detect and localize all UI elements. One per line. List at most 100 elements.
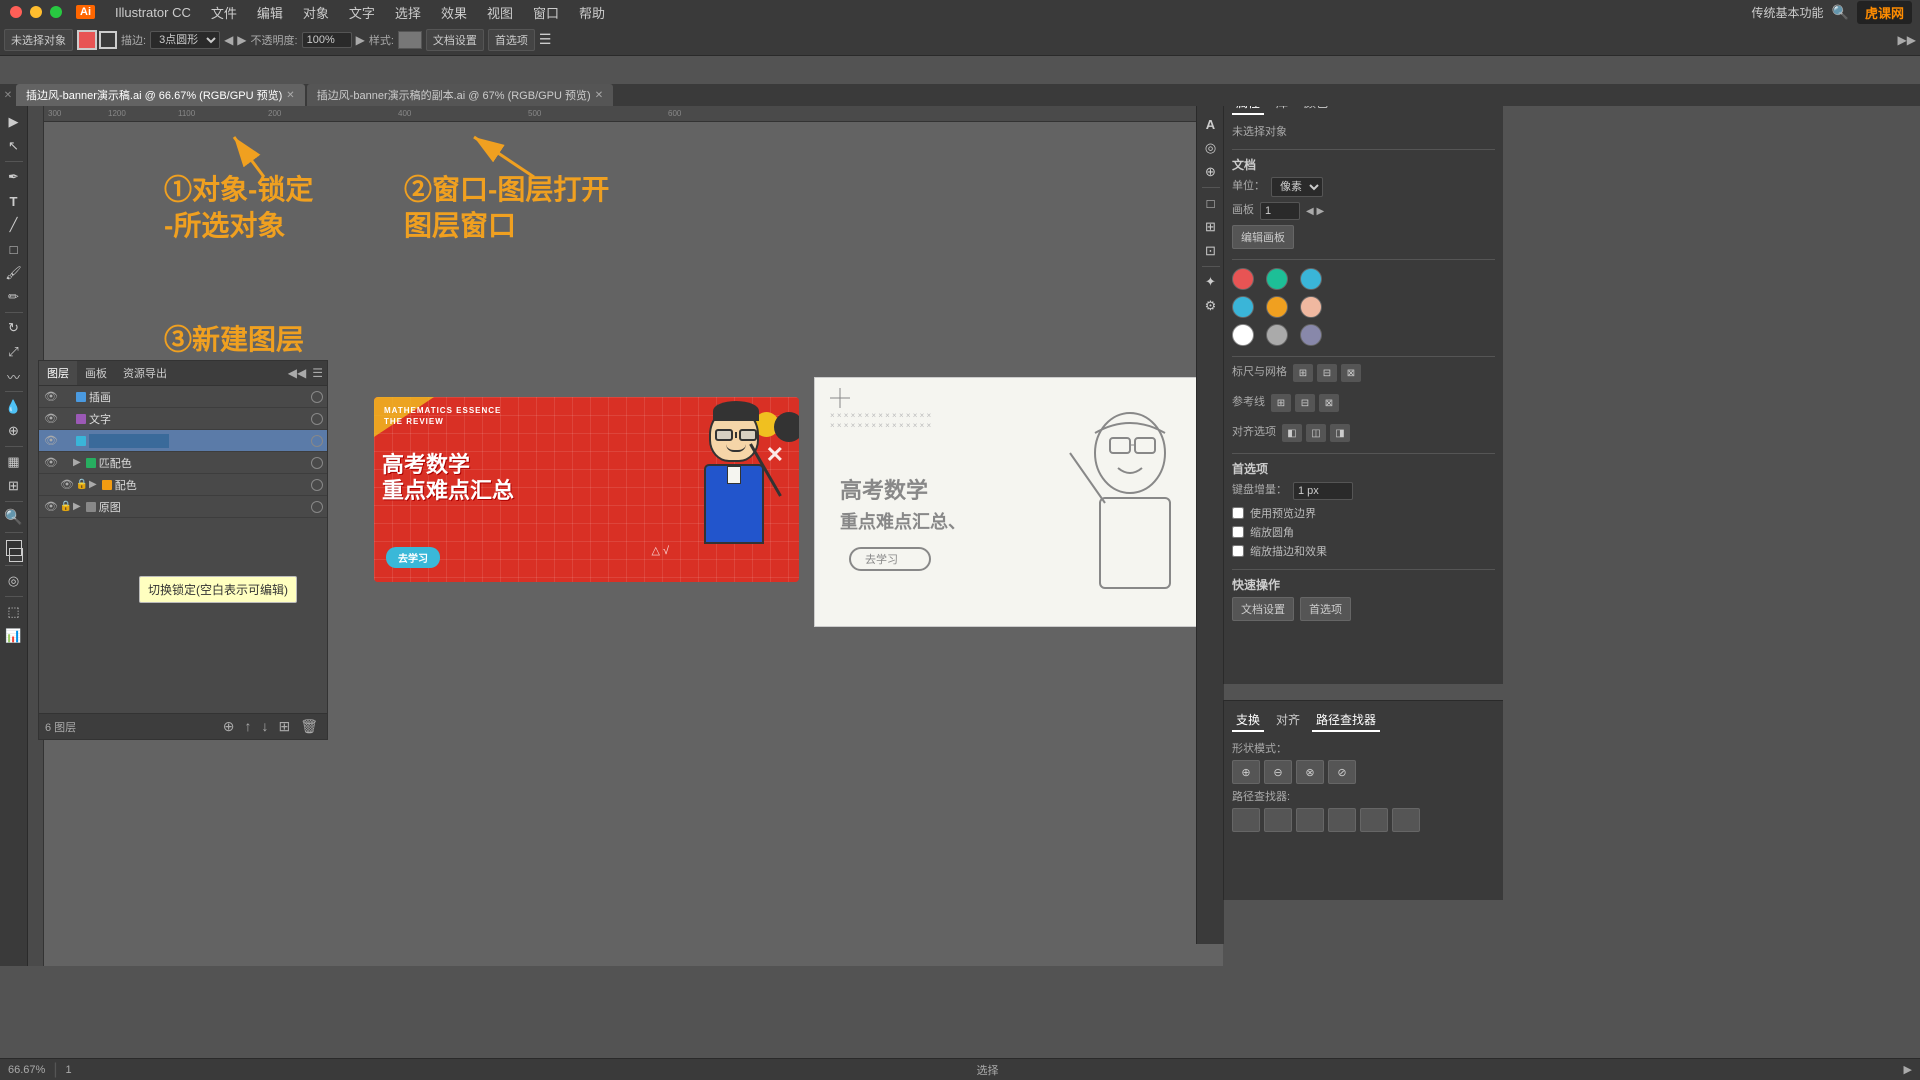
draw-mode[interactable]: ◎: [3, 570, 25, 592]
stroke-select[interactable]: 3点圆形 2点圆形: [150, 31, 220, 49]
layers-add-layer[interactable]: ⊕: [220, 718, 238, 735]
swatch-blue[interactable]: [1300, 268, 1322, 290]
preferences-btn[interactable]: 首选项: [488, 29, 535, 51]
swatch-purple[interactable]: [1300, 324, 1322, 346]
layer-eye-text[interactable]: 👁: [43, 411, 59, 427]
layer-item-active[interactable]: 👁: [39, 430, 327, 452]
quick-doc-settings[interactable]: 文档设置: [1232, 597, 1294, 621]
swatch-red[interactable]: [1232, 268, 1254, 290]
warp-tool[interactable]: 〰: [3, 365, 25, 387]
artboard-tool[interactable]: ⬚: [3, 601, 25, 623]
menu-edit[interactable]: 编辑: [249, 3, 291, 22]
menu-select[interactable]: 选择: [387, 3, 429, 22]
stroke-arrow-left[interactable]: ◀: [224, 33, 233, 47]
right-icon-9[interactable]: ⚙: [1200, 295, 1222, 317]
shape-mode-3[interactable]: ⊗: [1296, 760, 1324, 784]
mac-max-btn[interactable]: [50, 6, 62, 18]
layers-move-down[interactable]: ↓: [258, 718, 271, 735]
tab-1[interactable]: 插边风-banner演示稿.ai @ 66.67% (RGB/GPU 预览) ✕: [16, 84, 305, 106]
toolbar-menu-icon[interactable]: ☰: [539, 31, 552, 48]
align-center[interactable]: ◫: [1306, 424, 1326, 442]
layer-item-original[interactable]: 👁 🔒 ▶ 原图: [39, 496, 327, 518]
opacity-input[interactable]: [302, 32, 352, 48]
stroke-color[interactable]: [99, 31, 117, 49]
pathfinder-5[interactable]: [1360, 808, 1388, 832]
use-preview-checkbox[interactable]: [1232, 507, 1244, 519]
stroke-arrow-right[interactable]: ▶: [237, 33, 246, 47]
stroke-swatch[interactable]: [9, 548, 23, 562]
keyboard-input[interactable]: [1293, 482, 1353, 500]
shape-tool[interactable]: □: [3, 238, 25, 260]
doc-settings-btn[interactable]: 文档设置: [426, 29, 484, 51]
menu-file[interactable]: 文件: [203, 3, 245, 22]
menu-object[interactable]: 对象: [295, 3, 337, 22]
right-icon-4[interactable]: ⊕: [1200, 161, 1222, 183]
menu-text[interactable]: 文字: [341, 3, 383, 22]
tab-2-close[interactable]: ✕: [595, 90, 603, 101]
artboard-input[interactable]: [1260, 202, 1300, 220]
right-icon-7[interactable]: ⊡: [1200, 240, 1222, 262]
layer-sub-expand[interactable]: ▶: [89, 479, 97, 490]
chart-tool[interactable]: 📊: [3, 625, 25, 647]
type-tool[interactable]: T: [3, 190, 25, 212]
ruler-icon-3[interactable]: ⊠: [1341, 364, 1361, 382]
menu-help[interactable]: 帮助: [571, 3, 613, 22]
menu-illustrator[interactable]: Illustrator CC: [107, 5, 199, 20]
right-icon-3[interactable]: ◎: [1200, 137, 1222, 159]
layers-tab-artboards[interactable]: 画板: [77, 361, 115, 385]
swatch-green[interactable]: [1266, 268, 1288, 290]
fill-color[interactable]: [77, 30, 97, 50]
transform-tab[interactable]: 支换: [1232, 709, 1264, 732]
mac-min-btn[interactable]: [30, 6, 42, 18]
layer-lock-original[interactable]: 🔒: [59, 500, 73, 514]
pathfinder-3[interactable]: [1296, 808, 1324, 832]
menu-window[interactable]: 窗口: [525, 3, 567, 22]
layer-name-input[interactable]: [89, 434, 169, 448]
tab-2[interactable]: 插边风-banner演示稿的副本.ai @ 67% (RGB/GPU 预览) ✕: [307, 84, 613, 106]
quick-preferences[interactable]: 首选项: [1300, 597, 1351, 621]
swatch-orange[interactable]: [1266, 296, 1288, 318]
pathfinder-4[interactable]: [1328, 808, 1356, 832]
scale-tool[interactable]: ⤢: [3, 341, 25, 363]
layer-expand-arrow[interactable]: ▶: [73, 457, 81, 468]
layer-item-text[interactable]: 👁 文字: [39, 408, 327, 430]
rotate-tool[interactable]: ↻: [3, 317, 25, 339]
align-right[interactable]: ◨: [1330, 424, 1350, 442]
round-corners-checkbox[interactable]: [1232, 526, 1244, 538]
mac-close-btn[interactable]: [10, 6, 22, 18]
menu-effects[interactable]: 效果: [433, 3, 475, 22]
align-tab[interactable]: 对齐: [1272, 709, 1304, 732]
right-icon-8[interactable]: ✦: [1200, 271, 1222, 293]
align-left[interactable]: ◧: [1282, 424, 1302, 442]
layer-original-expand[interactable]: ▶: [73, 501, 81, 512]
swatch-white[interactable]: [1232, 324, 1254, 346]
pen-tool[interactable]: ✒: [3, 166, 25, 188]
opacity-arrow-right[interactable]: ▶: [356, 33, 365, 47]
style-preview[interactable]: [398, 31, 422, 49]
shape-mode-1[interactable]: ⊕: [1232, 760, 1260, 784]
blend-tool[interactable]: ⊕: [3, 420, 25, 442]
guide-icon-1[interactable]: ⊞: [1271, 394, 1291, 412]
swatch-gray[interactable]: [1266, 324, 1288, 346]
pathfinder-1[interactable]: [1232, 808, 1260, 832]
select-tool[interactable]: ▶: [3, 111, 25, 133]
tab-close-icon[interactable]: ✕: [4, 90, 12, 101]
layers-tab-layers[interactable]: 图层: [39, 361, 77, 385]
ruler-icon-2[interactable]: ⊟: [1317, 364, 1337, 382]
line-tool[interactable]: ╱: [3, 214, 25, 236]
layer-lock-color[interactable]: 🔒: [75, 478, 89, 492]
shape-mode-4[interactable]: ⊘: [1328, 760, 1356, 784]
right-arrow-status[interactable]: ▶: [1904, 1063, 1912, 1076]
guide-icon-3[interactable]: ⊠: [1319, 394, 1339, 412]
gradient-tool[interactable]: ▦: [3, 451, 25, 473]
tab-1-close[interactable]: ✕: [286, 90, 294, 101]
layer-item-match[interactable]: 👁 ▶ 匹配色: [39, 452, 327, 474]
eyedropper-tool[interactable]: 💧: [3, 396, 25, 418]
direct-select-tool[interactable]: ↖: [3, 135, 25, 157]
shape-mode-2[interactable]: ⊖: [1264, 760, 1292, 784]
right-icon-6[interactable]: ⊞: [1200, 216, 1222, 238]
pathfinder-2[interactable]: [1264, 808, 1292, 832]
type-icon[interactable]: A: [1200, 113, 1222, 135]
swatch-peach[interactable]: [1300, 296, 1322, 318]
layers-tab-export[interactable]: 资源导出: [115, 361, 175, 385]
